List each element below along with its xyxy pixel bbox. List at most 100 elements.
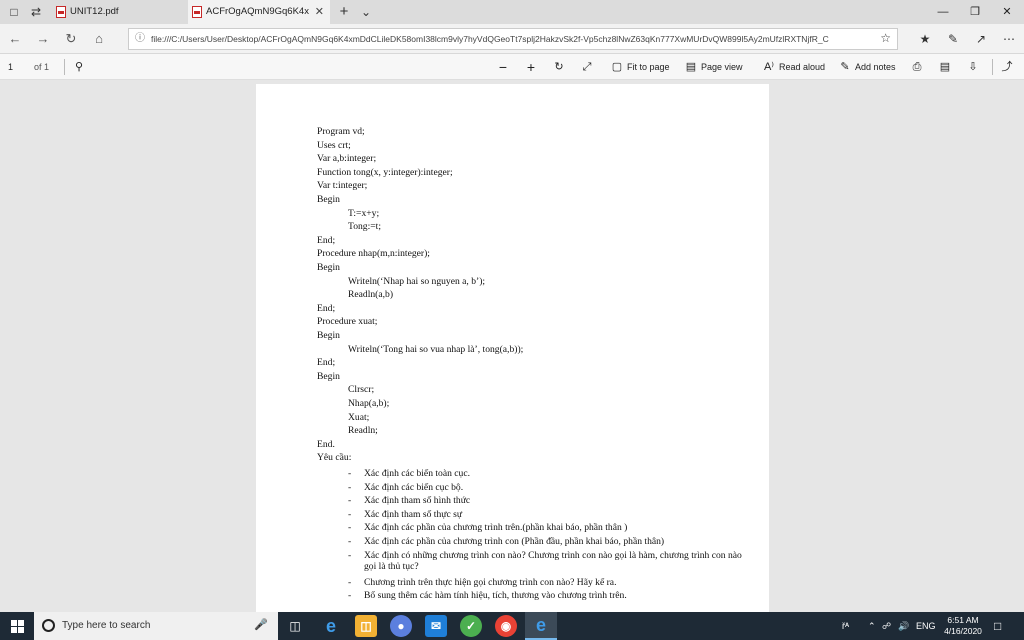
tab-actions-icon[interactable]: □ — [6, 4, 22, 20]
read-aloud-icon: A⁾ — [763, 61, 775, 73]
windows-logo-icon — [11, 620, 17, 626]
favorites-icon[interactable]: ★ — [916, 30, 934, 48]
requirement-item: Xác định các phần của chương trình con (… — [364, 536, 665, 547]
tab-label: ACFrOgAQmN9Gq6K4x — [206, 6, 309, 17]
zoom-out-icon[interactable]: − — [496, 58, 513, 76]
save-as-icon[interactable]: ⇩ — [966, 58, 983, 76]
code-line: Var a,b:integer; — [317, 153, 377, 165]
requirement-item: Xác định các phần của chương trình trên.… — [364, 522, 628, 534]
volume-icon[interactable]: 🔊 — [898, 612, 909, 640]
new-tab-icon[interactable]: + — [336, 4, 352, 20]
tab-list-chevron-icon[interactable]: ⌄ — [358, 4, 374, 20]
web-note-icon[interactable]: ✎ — [944, 30, 962, 48]
share-icon[interactable]: ↗ — [972, 30, 990, 48]
bullet-marker: - — [348, 481, 352, 493]
read-aloud-button[interactable]: A⁾ Read aloud — [762, 58, 825, 76]
microphone-icon[interactable]: 🎤 — [254, 618, 268, 631]
requirement-item: Xác định có những chương trình con nào? … — [364, 549, 742, 572]
code-line: End. — [317, 438, 335, 450]
tab-active-pdf[interactable]: ACFrOgAQmN9Gq6K4x ✕ — [188, 0, 330, 24]
clock-time: 6:51 AM — [947, 615, 979, 625]
app-circle-icon[interactable]: ● — [390, 615, 412, 637]
code-line: Begin — [317, 194, 340, 205]
rotate-icon[interactable]: ↻ — [552, 58, 569, 76]
code-line: Var t:integer; — [317, 180, 368, 192]
refresh-icon[interactable]: ↻ — [62, 30, 80, 48]
chrome-icon[interactable]: ◉ — [495, 615, 517, 637]
zoom-in-icon[interactable]: + — [524, 58, 541, 76]
set-tabs-aside-icon[interactable]: ⇄ — [28, 4, 44, 20]
pdf-icon — [192, 6, 202, 18]
bullet-marker: - — [348, 549, 352, 561]
forward-icon[interactable]: → — [34, 30, 52, 48]
requirement-item: Xác định các biến toàn cục. — [364, 468, 471, 479]
url-text[interactable]: file:///C:/Users/User/Desktop/ACFrOgAQmN… — [151, 29, 871, 49]
add-notes-label: Add notes — [855, 62, 896, 72]
page-total: of 1 — [34, 62, 50, 72]
fit-to-page-label: Fit to page — [627, 62, 670, 72]
divider — [64, 59, 65, 75]
code-line: Writeln(‘Tong hai so vua nhap là’, tong(… — [348, 343, 524, 355]
info-icon[interactable]: ⓘ — [133, 32, 147, 46]
address-field[interactable]: ⓘ file:///C:/Users/User/Desktop/ACFrOgAQ… — [128, 28, 898, 50]
back-icon[interactable]: ← — [6, 30, 24, 48]
close-tab-icon[interactable]: ✕ — [315, 0, 324, 24]
edge-active-task[interactable]: e — [525, 612, 557, 640]
code-line: Begin — [317, 330, 340, 341]
taskbar-search[interactable]: Type here to search 🎤 — [34, 612, 278, 640]
bullet-marker: - — [348, 508, 352, 520]
add-notes-button[interactable]: ✎ Add notes — [838, 58, 896, 76]
page-number-input[interactable]: 1 — [8, 58, 28, 76]
pdf-page: Program vd; Uses crt; Var a,b:integer; Func… — [256, 84, 769, 624]
code-line: End; — [317, 302, 336, 314]
cortana-icon — [42, 619, 55, 632]
save-icon[interactable]: ▤ — [938, 58, 955, 76]
print-icon[interactable]: ⎙ — [910, 58, 927, 76]
read-aloud-label: Read aloud — [779, 62, 826, 72]
fullscreen-icon[interactable]: ⤢ — [580, 58, 597, 76]
app-green-icon[interactable]: ✓ — [460, 615, 482, 637]
code-line: Procedure nhap(m,n:integer); — [317, 248, 430, 260]
code-line: Program vd; — [317, 126, 365, 137]
show-hidden-icons-chevron[interactable]: ⌃ — [868, 612, 876, 640]
edge-legacy-icon[interactable]: e — [320, 615, 342, 637]
start-button[interactable] — [0, 612, 34, 640]
bullet-marker: - — [348, 522, 352, 534]
bullet-marker: - — [348, 590, 352, 602]
page-view-button[interactable]: ▤ Page view — [684, 58, 743, 76]
requirement-item: Chương trình trên thực hiện gọi chương t… — [364, 576, 617, 588]
store-icon[interactable]: ◫ — [355, 615, 377, 637]
restore-icon[interactable]: ❐ — [960, 0, 990, 24]
fit-to-page-button[interactable]: ▢ Fit to page — [610, 58, 670, 76]
bullet-marker: - — [348, 495, 352, 507]
code-line: Procedure xuat; — [317, 316, 378, 328]
people-icon[interactable]: řᴬ — [842, 612, 849, 640]
pen-icon: ✎ — [840, 61, 850, 73]
requirement-item: Bổ sung thêm các hàm tính hiệu, tích, th… — [364, 590, 627, 602]
code-line: Writeln(‘Nhap hai so nguyen a, b’); — [348, 275, 486, 287]
pin-toolbar-icon[interactable]: ⤴ — [1000, 58, 1017, 76]
mail-icon[interactable]: ✉ — [425, 615, 447, 637]
code-line: Xuat; — [348, 411, 370, 423]
task-view-icon[interactable]: ◫ — [284, 615, 306, 637]
minimize-icon[interactable]: — — [928, 0, 958, 24]
language-indicator[interactable]: ENG — [916, 612, 936, 640]
action-center-icon[interactable]: □ — [994, 612, 1001, 640]
code-line: Clrscr; — [348, 384, 375, 396]
tab-bar: □ ⇄ UNIT12.pdf ACFrOgAQmN9Gq6K4x ✕ + ⌄ —… — [0, 0, 1024, 24]
pdf-toolbar: 1 of 1 ⚲ − + ↻ ⤢ ▢ Fit to page ▤ Page view… — [0, 54, 1024, 80]
code-line: Begin — [317, 262, 340, 273]
network-icon[interactable]: ☍ — [882, 612, 891, 640]
code-line: Nhap(a,b); — [348, 398, 390, 409]
search-icon[interactable]: ⚲ — [72, 58, 89, 76]
requirement-item: Xác định tham số hình thức — [364, 495, 471, 507]
close-window-icon[interactable]: ✕ — [992, 0, 1022, 24]
more-icon[interactable]: ⋯ — [1000, 30, 1018, 48]
home-icon[interactable]: ⌂ — [90, 30, 108, 48]
favorite-star-icon[interactable]: ☆ — [880, 31, 891, 45]
document-viewport[interactable]: Program vd; Uses crt; Var a,b:integer; Func… — [0, 80, 1024, 624]
clock[interactable]: 6:51 AM 4/16/2020 — [938, 615, 988, 637]
search-placeholder: Type here to search — [62, 620, 151, 631]
code-line: Begin — [317, 370, 340, 382]
tab-unit12[interactable]: UNIT12.pdf — [52, 0, 186, 24]
